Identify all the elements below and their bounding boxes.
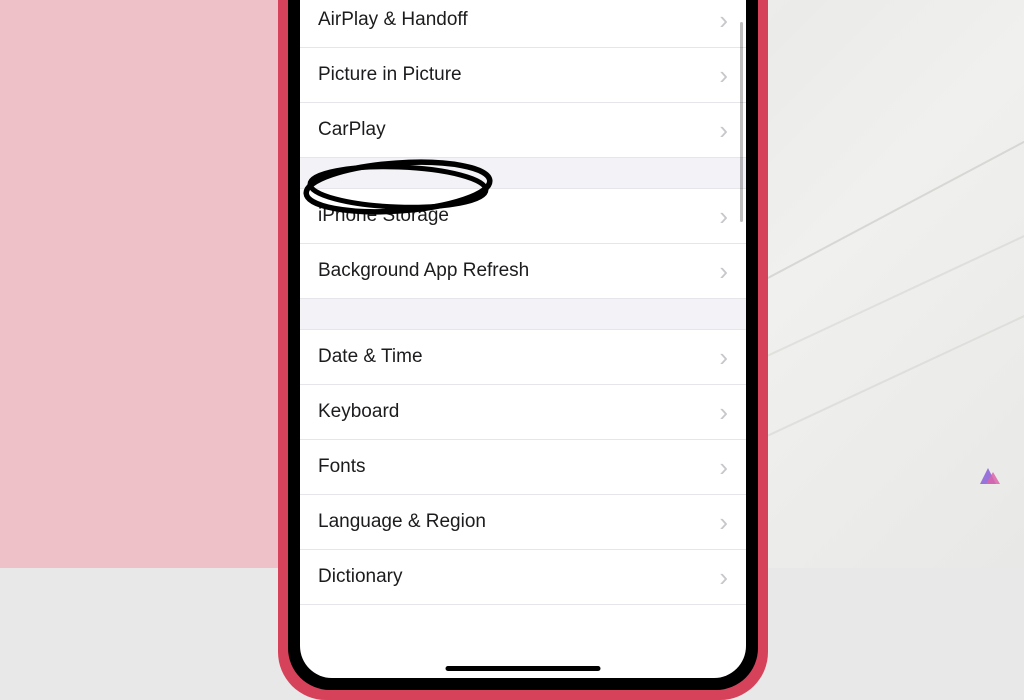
- chevron-right-icon: ›: [719, 454, 728, 480]
- row-label: Date & Time: [318, 346, 423, 368]
- settings-group-2: iPhone Storage › Background App Refresh …: [300, 188, 746, 299]
- chevron-right-icon: ›: [719, 509, 728, 535]
- row-label: Keyboard: [318, 401, 399, 423]
- phone-frame: AirPlay & Handoff › Picture in Picture ›…: [278, 0, 768, 700]
- row-label: Dictionary: [318, 566, 402, 588]
- row-label: Background App Refresh: [318, 260, 529, 282]
- row-date-time[interactable]: Date & Time ›: [300, 330, 746, 385]
- watermark-icon: [976, 464, 1002, 486]
- chevron-right-icon: ›: [719, 399, 728, 425]
- settings-group-3: Date & Time › Keyboard › Fonts › Languag…: [300, 329, 746, 605]
- chevron-right-icon: ›: [719, 344, 728, 370]
- row-fonts[interactable]: Fonts ›: [300, 440, 746, 495]
- row-background-app-refresh[interactable]: Background App Refresh ›: [300, 244, 746, 298]
- settings-list: AirPlay & Handoff › Picture in Picture ›…: [300, 0, 746, 605]
- row-label: CarPlay: [318, 119, 386, 141]
- row-airplay-handoff[interactable]: AirPlay & Handoff ›: [300, 0, 746, 48]
- row-language-region[interactable]: Language & Region ›: [300, 495, 746, 550]
- chevron-right-icon: ›: [719, 203, 728, 229]
- row-iphone-storage[interactable]: iPhone Storage ›: [300, 189, 746, 244]
- row-label: Picture in Picture: [318, 64, 462, 86]
- row-label: Fonts: [318, 456, 366, 478]
- phone-bezel: AirPlay & Handoff › Picture in Picture ›…: [288, 0, 758, 690]
- home-indicator[interactable]: [446, 666, 601, 671]
- row-dictionary[interactable]: Dictionary ›: [300, 550, 746, 604]
- row-carplay[interactable]: CarPlay ›: [300, 103, 746, 157]
- phone-screen: AirPlay & Handoff › Picture in Picture ›…: [300, 0, 746, 678]
- chevron-right-icon: ›: [719, 117, 728, 143]
- row-keyboard[interactable]: Keyboard ›: [300, 385, 746, 440]
- row-label: Language & Region: [318, 511, 486, 533]
- row-picture-in-picture[interactable]: Picture in Picture ›: [300, 48, 746, 103]
- chevron-right-icon: ›: [719, 62, 728, 88]
- background-pink: [0, 0, 285, 568]
- scroll-indicator[interactable]: [740, 22, 743, 222]
- row-label: AirPlay & Handoff: [318, 9, 468, 31]
- chevron-right-icon: ›: [719, 258, 728, 284]
- settings-group-1: AirPlay & Handoff › Picture in Picture ›…: [300, 0, 746, 158]
- row-label: iPhone Storage: [318, 205, 449, 227]
- chevron-right-icon: ›: [719, 7, 728, 33]
